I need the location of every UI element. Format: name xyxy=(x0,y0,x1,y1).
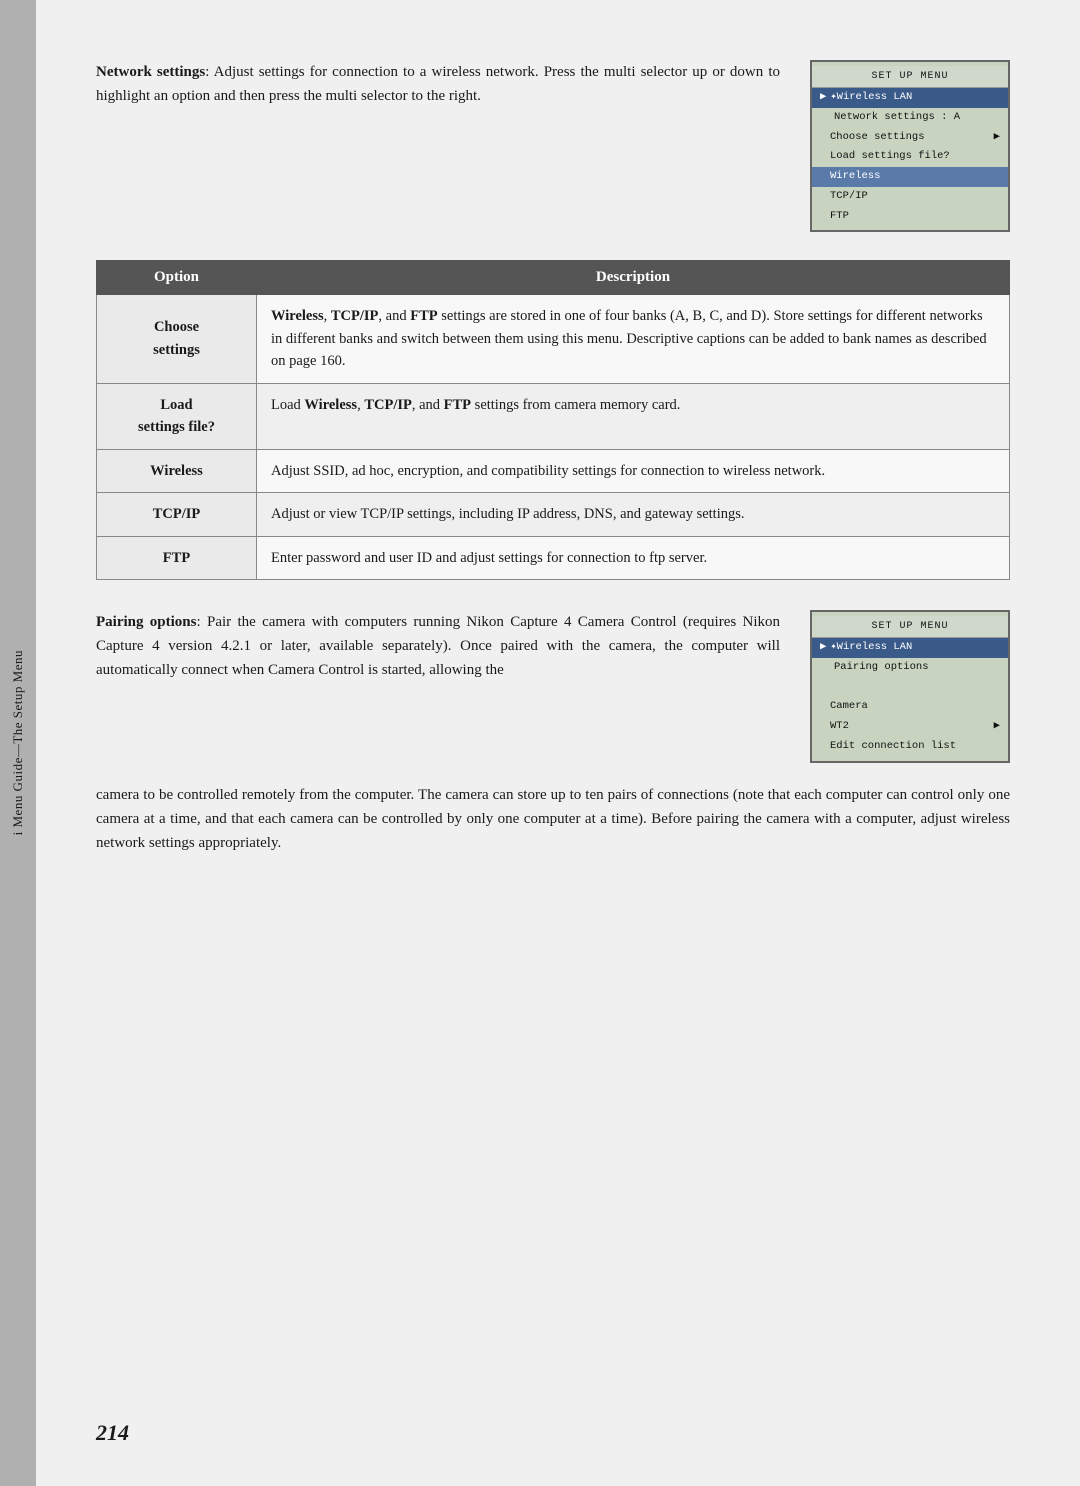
network-settings-heading: Network settings xyxy=(96,64,205,80)
option-wireless: Wireless xyxy=(97,449,257,492)
table-row: Loadsettings file? Load Wireless, TCP/IP… xyxy=(97,383,1010,449)
option-choose-settings: Choosesettings xyxy=(97,295,257,383)
pairing-options-text: Pairing options: Pair the camera with co… xyxy=(96,610,780,682)
desc-load-settings: Load Wireless, TCP/IP, and FTP settings … xyxy=(257,383,1010,449)
main-content: Network settings: Adjust settings for co… xyxy=(36,0,1080,1486)
lcd2-row-edit-connection: Edit connection list xyxy=(812,737,1008,757)
table-row: TCP/IP Adjust or view TCP/IP settings, i… xyxy=(97,493,1010,536)
lcd-screen-2: SET UP MENU ▶✦Wireless LAN Pairing optio… xyxy=(810,610,1010,763)
pairing-options-heading: Pairing options xyxy=(96,614,197,630)
lcd2-row-wt2: WT2▶ xyxy=(812,717,1008,737)
page-number: 214 xyxy=(96,1420,129,1446)
option-load-settings: Loadsettings file? xyxy=(97,383,257,449)
bottom-text-continuation: camera to be controlled remotely from th… xyxy=(96,783,1010,855)
desc-choose-settings: Wireless, TCP/IP, and FTP settings are s… xyxy=(257,295,1010,383)
lcd2-row-camera: Camera xyxy=(812,697,1008,717)
sidebar-tab: i Menu Guide—The Setup Menu xyxy=(0,0,36,1486)
desc-wireless: Adjust SSID, ad hoc, encryption, and com… xyxy=(257,449,1010,492)
lcd1-row-network-settings: Network settings : A xyxy=(812,108,1008,128)
table-header-option: Option xyxy=(97,261,257,295)
lcd2-row-empty xyxy=(812,678,1008,698)
lcd2-title: SET UP MENU xyxy=(812,616,1008,638)
lcd2-row-wireless-lan: ▶✦Wireless LAN xyxy=(812,638,1008,658)
top-section: Network settings: Adjust settings for co… xyxy=(96,60,1010,232)
lcd1-row-choose-settings: Choose settings▶ xyxy=(812,128,1008,148)
option-tcpip: TCP/IP xyxy=(97,493,257,536)
desc-tcpip: Adjust or view TCP/IP settings, includin… xyxy=(257,493,1010,536)
network-settings-text: Network settings: Adjust settings for co… xyxy=(96,60,780,108)
lcd1-row-tcpip: TCP/IP xyxy=(812,187,1008,207)
table-row: FTP Enter password and user ID and adjus… xyxy=(97,536,1010,579)
lcd1-title: SET UP MENU xyxy=(812,66,1008,88)
options-table: Option Description Choosesettings Wirele… xyxy=(96,260,1010,580)
lcd2-row-pairing-options: Pairing options xyxy=(812,658,1008,678)
lcd-screen-1: SET UP MENU ▶✦Wireless LAN Network setti… xyxy=(810,60,1010,232)
sidebar-label: i Menu Guide—The Setup Menu xyxy=(10,650,26,835)
bottom-section: Pairing options: Pair the camera with co… xyxy=(96,610,1010,763)
lcd1-row-ftp: FTP xyxy=(812,207,1008,227)
lcd1-row-wireless-lan: ▶✦Wireless LAN xyxy=(812,88,1008,108)
option-ftp: FTP xyxy=(97,536,257,579)
pairing-options-body: : Pair the camera with computers running… xyxy=(96,614,780,678)
table-header-description: Description xyxy=(257,261,1010,295)
desc-ftp: Enter password and user ID and adjust se… xyxy=(257,536,1010,579)
table-row: Choosesettings Wireless, TCP/IP, and FTP… xyxy=(97,295,1010,383)
lcd1-row-load-settings: Load settings file? xyxy=(812,147,1008,167)
lcd1-row-wireless: Wireless xyxy=(812,167,1008,187)
table-row: Wireless Adjust SSID, ad hoc, encryption… xyxy=(97,449,1010,492)
